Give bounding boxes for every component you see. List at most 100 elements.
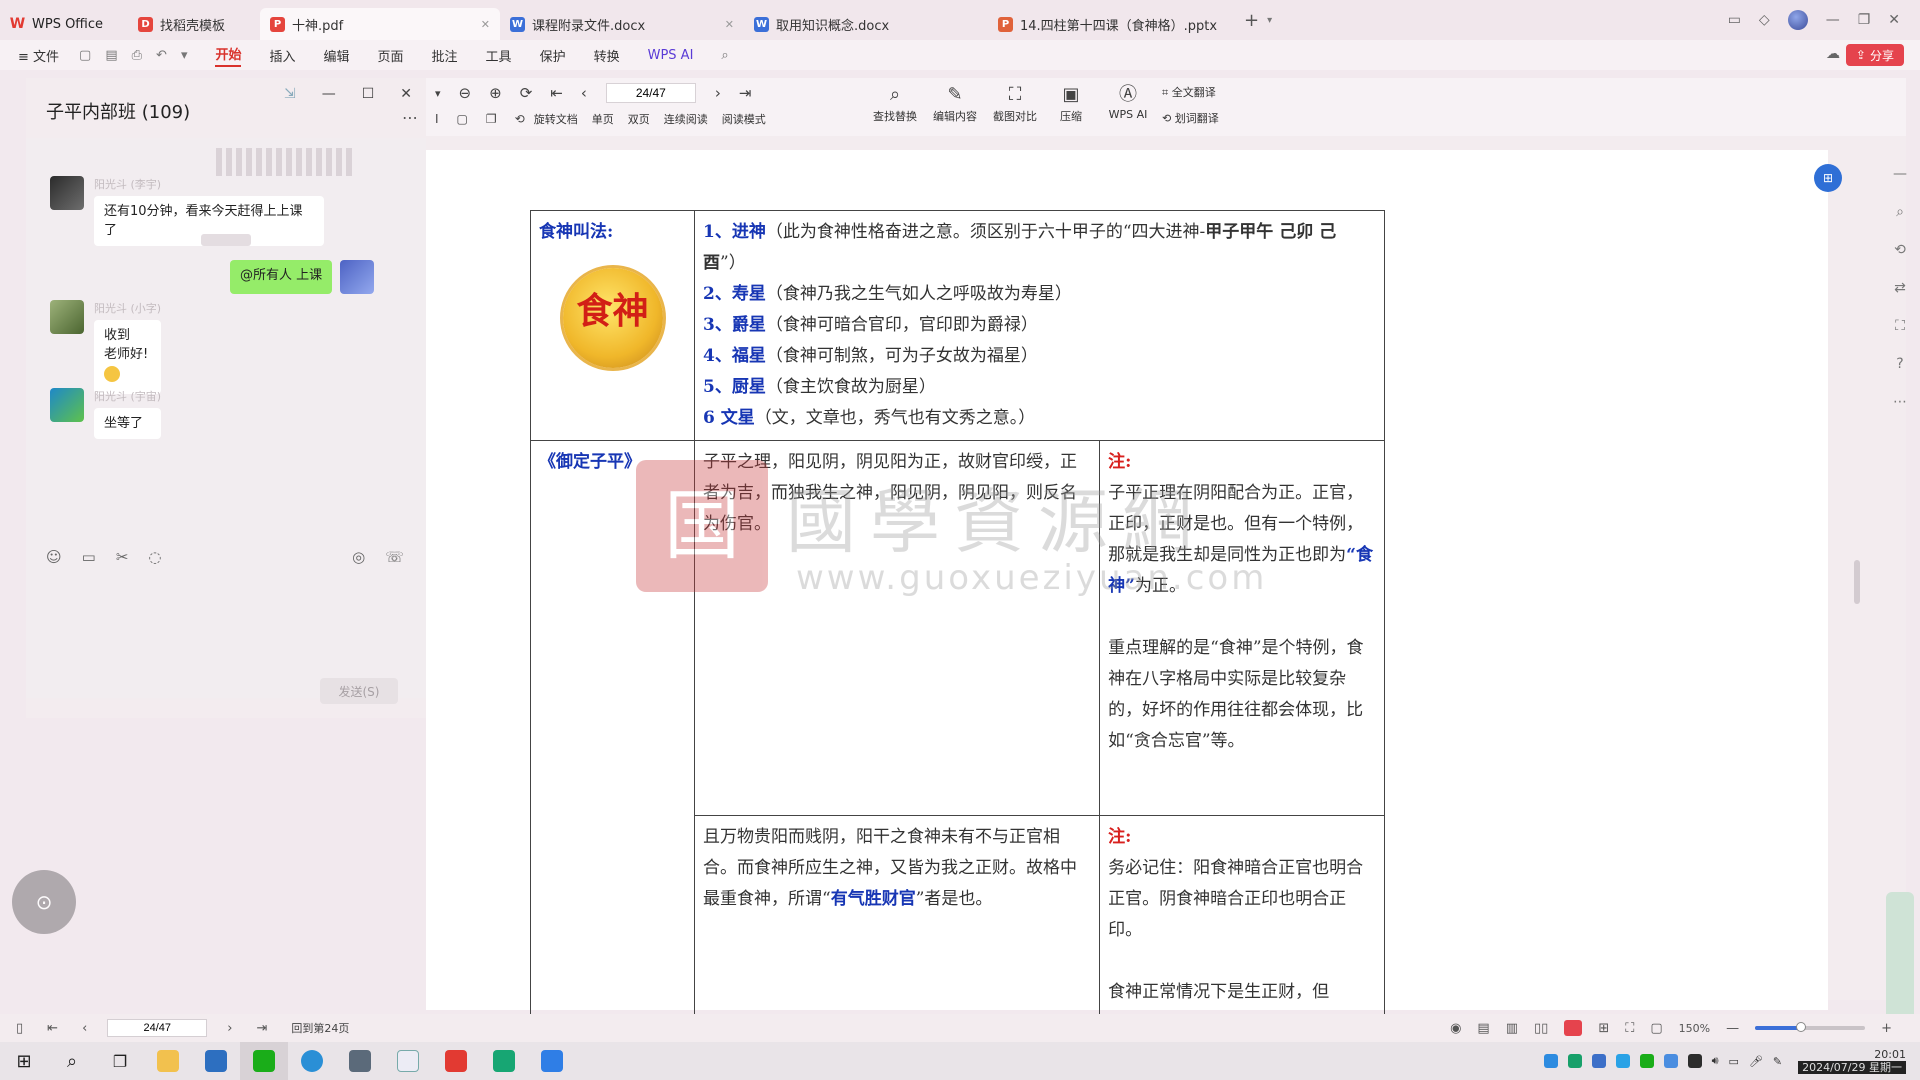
fit-page-icon[interactable]: ⛶ — [1625, 1021, 1634, 1036]
single-page-button[interactable]: 单页 — [592, 111, 614, 127]
floating-assistant-ball[interactable]: ⊙ — [12, 870, 76, 934]
menu-convert[interactable]: 转换 — [594, 46, 620, 65]
taskbar-word[interactable] — [384, 1042, 432, 1080]
undo-icon[interactable]: ↶ — [156, 48, 167, 63]
avatar[interactable] — [340, 260, 375, 294]
play-icon[interactable] — [1564, 1020, 1583, 1036]
tab-lesson14-pptx[interactable]: P 14.四柱第十四课（食神格）.pptx — [988, 8, 1234, 40]
sidebar-toggle-icon[interactable]: ▯ — [16, 1021, 23, 1036]
zoom-slider[interactable] — [1755, 1022, 1866, 1032]
tray-app-icon[interactable] — [1567, 1054, 1582, 1068]
cube-icon[interactable]: ◇ — [1759, 12, 1770, 28]
taskbar-app-green[interactable] — [480, 1042, 528, 1080]
tab-docer-templates[interactable]: D 找稻壳模板 — [128, 8, 260, 40]
double-view-icon[interactable]: ▯▯ — [1534, 1021, 1548, 1036]
help-icon[interactable]: ? — [1896, 356, 1903, 372]
rotate-document-button[interactable]: 旋转文档 — [534, 111, 578, 127]
read-mode-button[interactable]: 阅读模式 — [722, 111, 766, 127]
share-button[interactable]: ⇪ 分享 — [1845, 44, 1904, 66]
restore-icon[interactable]: ❐ — [1858, 12, 1871, 28]
menu-wps-ai[interactable]: WPS AI — [648, 48, 694, 63]
save-icon[interactable]: ▤ — [105, 48, 117, 63]
print-icon[interactable]: ⎙ — [132, 48, 142, 63]
taskbar-wechat[interactable] — [240, 1042, 288, 1080]
microphone-icon[interactable]: 🎤︎ — [1749, 1055, 1763, 1068]
close-window-icon[interactable]: ✕ — [1888, 12, 1900, 28]
maximize-icon[interactable]: ☐ — [362, 86, 375, 102]
live-icon[interactable]: ◎ — [352, 548, 365, 566]
avatar[interactable] — [50, 176, 84, 210]
message-bubble[interactable]: @所有人 上课 — [230, 260, 333, 294]
message-bubble[interactable]: 坐等了 — [94, 408, 162, 439]
search-button[interactable]: ⌕ — [48, 1042, 96, 1080]
volume-icon[interactable]: 🔊︎ — [1712, 1054, 1719, 1068]
search-icon[interactable]: ⌕ — [721, 48, 728, 63]
tab-course-appendix-docx[interactable]: W 课程附录文件.docx ✕ — [500, 8, 744, 40]
network-icon[interactable]: ▭ — [1729, 1055, 1739, 1068]
tray-app-icon[interactable] — [1687, 1054, 1702, 1068]
scissors-icon[interactable]: ✂ — [116, 548, 129, 566]
continuous-read-button[interactable]: 连续阅读 — [664, 111, 708, 127]
full-translate-button[interactable]: ⌗ 全文翻译 — [1162, 84, 1216, 100]
next-page-icon[interactable]: › — [715, 84, 721, 102]
user-avatar[interactable] — [1787, 10, 1808, 30]
tab-shishen-pdf[interactable]: P 十神.pdf ✕ — [260, 8, 500, 40]
word-translate-button[interactable]: ⟲ 划词翻译 — [1162, 110, 1219, 126]
start-button[interactable]: ⊞ — [0, 1042, 48, 1080]
emoji-icon[interactable]: ☺ — [46, 548, 62, 566]
more-icon[interactable]: ⋯ — [1893, 394, 1907, 410]
edit-content-tool[interactable]: ✎ 编辑内容 — [930, 84, 980, 124]
tray-app-icon[interactable] — [1615, 1054, 1630, 1068]
vertical-scrollbar[interactable] — [1854, 560, 1860, 604]
menu-review[interactable]: 批注 — [432, 46, 458, 65]
fit-width-icon[interactable]: ⊞ — [1598, 1021, 1609, 1036]
task-view-button[interactable]: ❐ — [96, 1042, 144, 1080]
pin-icon[interactable]: ⇲ — [284, 86, 296, 102]
single-page-view-icon[interactable]: ▤ — [1477, 1021, 1489, 1036]
find-replace-tool[interactable]: ⌕ 查找替换 — [870, 84, 920, 124]
taskbar-app-k[interactable] — [288, 1042, 336, 1080]
new-tab-icon[interactable]: + — [1244, 10, 1259, 31]
fullscreen-icon[interactable]: ▢ — [1650, 1021, 1662, 1036]
floating-toolbar[interactable] — [1886, 892, 1914, 1022]
chat-bubble-icon[interactable]: ◌ — [148, 548, 161, 566]
tray-wechat-icon[interactable] — [1639, 1054, 1654, 1068]
taskbar-calculator[interactable] — [336, 1042, 384, 1080]
tray-app-icon[interactable] — [1663, 1054, 1678, 1068]
menu-insert[interactable]: 插入 — [269, 46, 295, 65]
copy-icon[interactable]: ❐ — [486, 112, 497, 126]
ai-assistant-icon[interactable]: ⊞ — [1814, 164, 1842, 192]
minimize-icon[interactable]: — — [322, 86, 336, 102]
back-to-page-link[interactable]: 回到第24页 — [291, 1020, 349, 1036]
tab-wps-office[interactable]: W WPS Office — [0, 8, 128, 40]
close-icon[interactable]: ✕ — [481, 18, 490, 31]
zoom-level[interactable]: 150% — [1679, 1022, 1710, 1035]
cloud-sync-icon[interactable]: ☁ — [1826, 46, 1840, 62]
first-page-icon[interactable]: ⇤ — [550, 84, 563, 102]
next-page-icon[interactable]: › — [227, 1021, 232, 1036]
taskbar-wps[interactable] — [432, 1042, 480, 1080]
tray-shield-icon[interactable] — [1591, 1054, 1606, 1068]
system-clock[interactable]: 20:01 2024/07/29 星期一 — [1792, 1048, 1912, 1074]
chevron-down-icon[interactable]: ▾ — [435, 87, 441, 100]
zoom-out-icon[interactable]: — — [1726, 1021, 1739, 1036]
menu-tools[interactable]: 工具 — [486, 46, 512, 65]
menu-edit[interactable]: 编辑 — [324, 46, 350, 65]
screenshot-compare-tool[interactable]: ⛶ 截图对比 — [990, 84, 1040, 124]
close-icon[interactable]: ✕ — [400, 86, 412, 102]
message-bubble[interactable]: 收到 老师好! — [94, 320, 162, 394]
zoom-out-icon[interactable]: ⊖ — [459, 84, 472, 102]
double-page-button[interactable]: 双页 — [628, 111, 650, 127]
phone-icon[interactable]: ☏ — [385, 548, 404, 566]
last-page-icon[interactable]: ⇥ — [256, 1021, 267, 1036]
avatar[interactable] — [50, 300, 84, 334]
file-menu[interactable]: ≡ 文件 — [18, 46, 59, 65]
first-page-icon[interactable]: ⇤ — [47, 1021, 58, 1036]
status-page-input[interactable] — [107, 1019, 208, 1037]
open-folder-icon[interactable]: ▢ — [79, 48, 91, 63]
tray-cloud-icon[interactable] — [1543, 1054, 1558, 1068]
page-number-input[interactable] — [605, 83, 696, 103]
menu-page[interactable]: 页面 — [378, 46, 404, 65]
crop-icon[interactable]: ⛶ — [1895, 318, 1905, 334]
taskbar-app-chart[interactable] — [528, 1042, 576, 1080]
